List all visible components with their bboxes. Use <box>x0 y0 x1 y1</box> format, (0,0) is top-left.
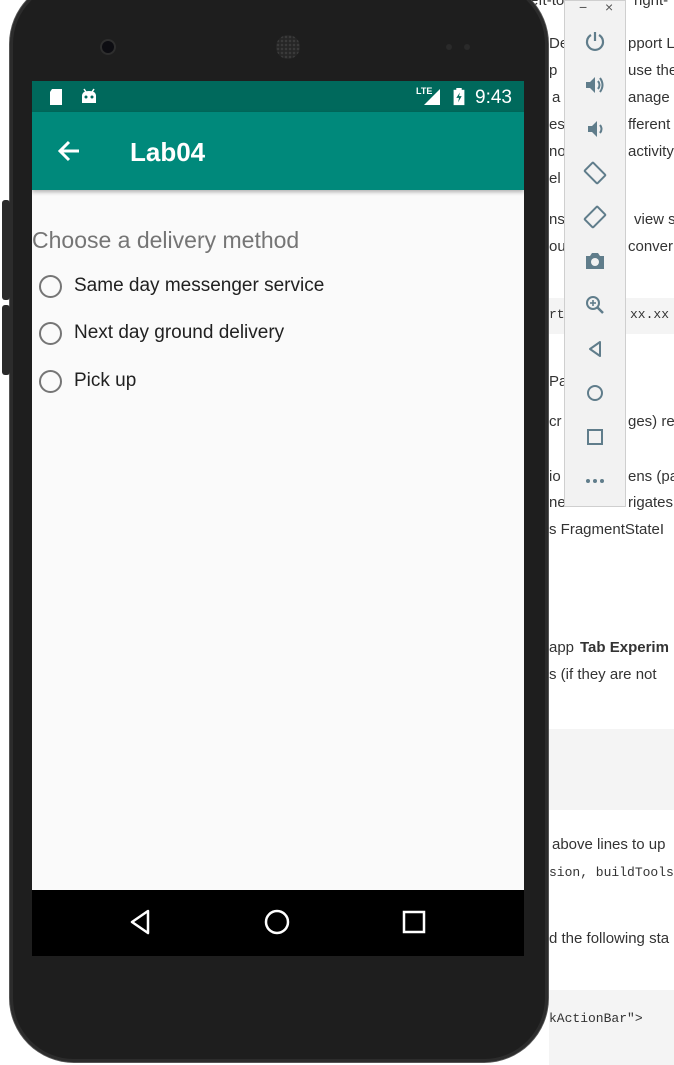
rotate-right-icon[interactable] <box>583 205 607 229</box>
doc-text: ges) re <box>628 413 674 430</box>
doc-text: ens (pa <box>628 468 674 485</box>
doc-code: sion, buildTools <box>549 865 674 880</box>
code-block <box>549 729 674 810</box>
home-circle-icon[interactable] <box>262 907 292 937</box>
rotate-left-icon[interactable] <box>583 161 607 185</box>
doc-text: app <box>549 639 575 656</box>
doc-text: right- <box>634 0 669 9</box>
back-triangle-icon[interactable] <box>126 907 156 937</box>
radio-circle-icon <box>39 274 62 298</box>
doc-text: fferent <box>628 116 671 133</box>
radio-label: Next day ground delivery <box>74 322 285 343</box>
doc-text: use the <box>628 62 674 79</box>
code-block <box>549 990 674 1065</box>
doc-text: above lines to up <box>552 836 666 853</box>
clock: 9:43 <box>475 87 512 108</box>
doc-text: view s <box>634 211 674 228</box>
doc-text: a <box>552 89 561 106</box>
doc-text: es <box>549 116 565 133</box>
status-bar: LTE 9:43 <box>32 81 524 112</box>
power-key[interactable] <box>2 305 10 375</box>
volume-rocker[interactable] <box>2 200 10 300</box>
nav-bar <box>32 890 524 956</box>
camera-icon[interactable] <box>583 249 607 273</box>
signal-icon <box>424 89 440 105</box>
power-icon[interactable] <box>583 29 607 53</box>
doc-bold-text: Tab Experim <box>580 639 669 656</box>
arrow-back-icon[interactable] <box>54 136 84 166</box>
more-icon[interactable] <box>583 469 607 493</box>
back-icon[interactable] <box>583 337 607 361</box>
app-bar: Lab04 <box>32 112 524 190</box>
emulator-toolbar: − × <box>564 0 626 507</box>
doc-text: p <box>549 62 558 79</box>
doc-code: xx.xx <box>630 307 670 322</box>
volume-down-icon[interactable] <box>583 117 607 141</box>
doc-text: rigates <box>628 494 674 511</box>
doc-text: s FragmentStateI <box>549 521 665 538</box>
radio-pick-up[interactable]: Pick up <box>39 364 136 398</box>
minimize-button[interactable]: − <box>579 0 587 15</box>
home-icon[interactable] <box>583 381 607 405</box>
doc-text: io <box>549 468 561 485</box>
recents-square-icon[interactable] <box>399 907 429 937</box>
battery-charging-icon <box>453 88 465 106</box>
radio-label: Pick up <box>74 370 137 391</box>
zoom-icon[interactable] <box>583 293 607 317</box>
radio-circle-icon <box>39 321 62 345</box>
proximity-sensor <box>446 44 452 50</box>
radio-next-day[interactable]: Next day ground delivery <box>39 316 284 350</box>
earpiece-speaker <box>276 35 300 59</box>
radio-label: Same day messenger service <box>74 275 325 296</box>
doc-code: rt <box>549 307 565 322</box>
sd-card-icon <box>50 89 62 105</box>
doc-text: conver <box>628 238 674 255</box>
doc-text: el <box>549 170 561 187</box>
doc-code: kActionBar"> <box>549 1011 643 1026</box>
android-icon <box>82 88 96 103</box>
volume-up-icon[interactable] <box>583 73 607 97</box>
doc-text: activity <box>628 143 674 160</box>
light-sensor <box>464 44 470 50</box>
doc-text: anage <box>628 89 670 106</box>
doc-text: s (if they are not <box>549 666 657 683</box>
overview-icon[interactable] <box>583 425 607 449</box>
doc-text: cr <box>549 413 562 430</box>
delivery-heading: Choose a delivery method <box>32 227 300 253</box>
front-camera <box>102 41 114 53</box>
close-button[interactable]: × <box>605 0 613 15</box>
doc-text: d the following sta <box>549 930 670 947</box>
phone-screen: LTE 9:43 Lab04 Choose a delivery method … <box>32 81 524 956</box>
doc-text: pport L <box>628 35 674 52</box>
app-title: Lab04 <box>130 137 206 167</box>
radio-same-day[interactable]: Same day messenger service <box>39 269 324 303</box>
radio-circle-icon <box>39 369 62 393</box>
doc-text: ns <box>549 211 565 228</box>
